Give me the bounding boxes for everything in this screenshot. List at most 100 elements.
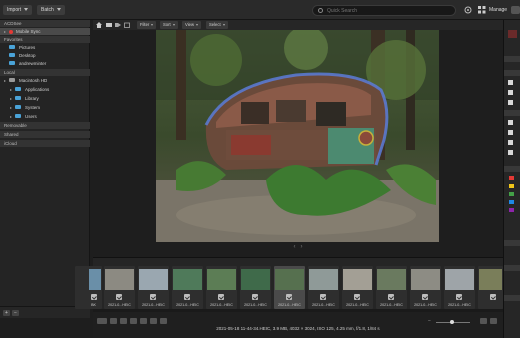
- folder-icon[interactable]: [106, 22, 112, 28]
- thumbnail-checkbox[interactable]: [218, 294, 224, 300]
- panel-checkbox[interactable]: [508, 140, 513, 145]
- action-button[interactable]: [97, 318, 107, 324]
- sidebar-item-andrewminter[interactable]: andrewminter: [0, 60, 90, 67]
- batch-button[interactable]: Batch: [37, 5, 65, 15]
- next-image-icon[interactable]: ›: [301, 244, 303, 250]
- slider-knob[interactable]: [450, 320, 454, 324]
- panel-section-header[interactable]: [504, 295, 520, 301]
- thumbnail[interactable]: 2021-0...HEIC: [410, 266, 441, 309]
- color-label-green[interactable]: [509, 192, 514, 196]
- import-label: Import: [7, 7, 22, 13]
- color-label-red[interactable]: [509, 176, 514, 180]
- search-icon: [318, 8, 323, 13]
- search-input[interactable]: [327, 6, 452, 15]
- sidebar-item-mobile-sync[interactable]: Mobile Sync: [0, 28, 90, 35]
- thumbnail-checkbox[interactable]: [286, 294, 292, 300]
- list-view-icon[interactable]: [490, 318, 497, 324]
- sidebar-item-users[interactable]: Users: [0, 113, 90, 120]
- section-local[interactable]: Local: [0, 69, 90, 76]
- info-icon[interactable]: [160, 318, 167, 324]
- thumbnail-label: 2021-0...HEIC: [142, 303, 165, 307]
- add-button[interactable]: +: [3, 310, 10, 316]
- thumbnail-checkbox[interactable]: [456, 294, 462, 300]
- zoom-out-icon[interactable]: −: [428, 318, 435, 324]
- filter-button[interactable]: Filter: [137, 21, 157, 29]
- thumbnail-checkbox[interactable]: [150, 294, 156, 300]
- panel-section-header[interactable]: [504, 56, 520, 62]
- select-button[interactable]: Select: [206, 21, 228, 29]
- preview-image[interactable]: [156, 30, 439, 242]
- remove-button[interactable]: −: [12, 310, 19, 316]
- thumbnail-checkbox[interactable]: [184, 294, 190, 300]
- grid-view-icon[interactable]: [480, 318, 487, 324]
- import-button[interactable]: Import: [3, 5, 33, 15]
- edit-icon[interactable]: [140, 318, 147, 324]
- panel-section-header[interactable]: [504, 70, 520, 76]
- calendar-icon[interactable]: [124, 22, 130, 28]
- section-icloud[interactable]: iCloud: [0, 140, 90, 147]
- thumbnail-checkbox[interactable]: [354, 294, 360, 300]
- section-shared[interactable]: Shared: [0, 131, 90, 138]
- panel-checkbox[interactable]: [508, 120, 513, 125]
- thumbnail[interactable]: BK: [75, 266, 102, 309]
- rotate-left-icon[interactable]: [110, 318, 117, 324]
- view-mode-toggle[interactable]: [511, 6, 520, 14]
- thumbnail[interactable]: 2021-0...HEIC: [376, 266, 407, 309]
- rotate-right-icon[interactable]: [120, 318, 127, 324]
- color-label-purple[interactable]: [509, 208, 514, 212]
- home-icon[interactable]: [96, 22, 102, 28]
- thumbnail-checkbox[interactable]: [422, 294, 428, 300]
- thumbnail[interactable]: [478, 266, 503, 309]
- section-acdsee[interactable]: ACDSee: [0, 20, 90, 27]
- panel-section-header[interactable]: [504, 110, 520, 116]
- sidebar-item-pictures[interactable]: Pictures: [0, 44, 90, 51]
- sidebar-item-system[interactable]: System: [0, 104, 90, 111]
- thumbnail-checkbox[interactable]: [91, 294, 97, 300]
- thumbnail[interactable]: 2021-0...HEIC: [104, 266, 135, 309]
- grid-icon[interactable]: [478, 6, 486, 14]
- quick-search-field[interactable]: [312, 5, 456, 16]
- section-removable[interactable]: Removable: [0, 122, 90, 129]
- thumbnail-selected[interactable]: 2021-0...HEIC: [274, 266, 305, 309]
- sidebar-item-label: Applications: [25, 87, 50, 92]
- thumbnail-checkbox[interactable]: [388, 294, 394, 300]
- sort-button[interactable]: Sort: [160, 21, 178, 29]
- view-button[interactable]: View: [182, 21, 202, 29]
- sidebar-item-applications[interactable]: Applications: [0, 86, 90, 93]
- panel-checkbox[interactable]: [508, 130, 513, 135]
- color-label-swatch[interactable]: [508, 30, 517, 38]
- mobile-sync-icon: [9, 29, 13, 34]
- panel-section-header[interactable]: [504, 166, 520, 172]
- thumbnail[interactable]: 2021-0...HEIC: [172, 266, 203, 309]
- thumbnail-checkbox[interactable]: [116, 294, 122, 300]
- tag-icon[interactable]: [115, 22, 121, 28]
- panel-checkbox[interactable]: [508, 150, 513, 155]
- thumbnail-checkbox[interactable]: [252, 294, 258, 300]
- thumbnail[interactable]: 2021-0...HEIC: [206, 266, 237, 309]
- thumbnail-size-slider[interactable]: [436, 320, 470, 324]
- thumbnail[interactable]: 2021-0...HEIC: [342, 266, 373, 309]
- thumbnail-checkbox[interactable]: [320, 294, 326, 300]
- panel-checkbox[interactable]: [508, 90, 513, 95]
- slideshow-icon[interactable]: [130, 318, 137, 324]
- thumbnail[interactable]: 2021-0...HEIC: [240, 266, 271, 309]
- sync-icon[interactable]: [464, 6, 472, 14]
- sidebar-item-library[interactable]: Library: [0, 95, 90, 102]
- panel-section-header[interactable]: [504, 240, 520, 246]
- panel-checkbox[interactable]: [508, 100, 513, 105]
- thumbnail-checkbox[interactable]: [490, 294, 496, 300]
- panel-section-header[interactable]: [504, 265, 520, 271]
- sidebar-item-macintosh-hd[interactable]: Macintosh HD: [0, 77, 90, 84]
- sidebar-item-desktop[interactable]: Desktop: [0, 52, 90, 59]
- image-viewer: [93, 30, 503, 243]
- thumbnail[interactable]: 2021-0...HEIC: [308, 266, 339, 309]
- thumbnail[interactable]: 2021-0...HEIC: [444, 266, 475, 309]
- prev-image-icon[interactable]: ‹: [293, 244, 295, 250]
- section-favorites[interactable]: Favorites: [0, 36, 90, 43]
- thumbnail[interactable]: 2021-0...HEIC: [138, 266, 169, 309]
- share-icon[interactable]: [150, 318, 157, 324]
- manage-mode-label[interactable]: Manage: [489, 7, 507, 13]
- color-label-yellow[interactable]: [509, 184, 514, 188]
- color-label-blue[interactable]: [509, 200, 514, 204]
- panel-checkbox[interactable]: [508, 80, 513, 85]
